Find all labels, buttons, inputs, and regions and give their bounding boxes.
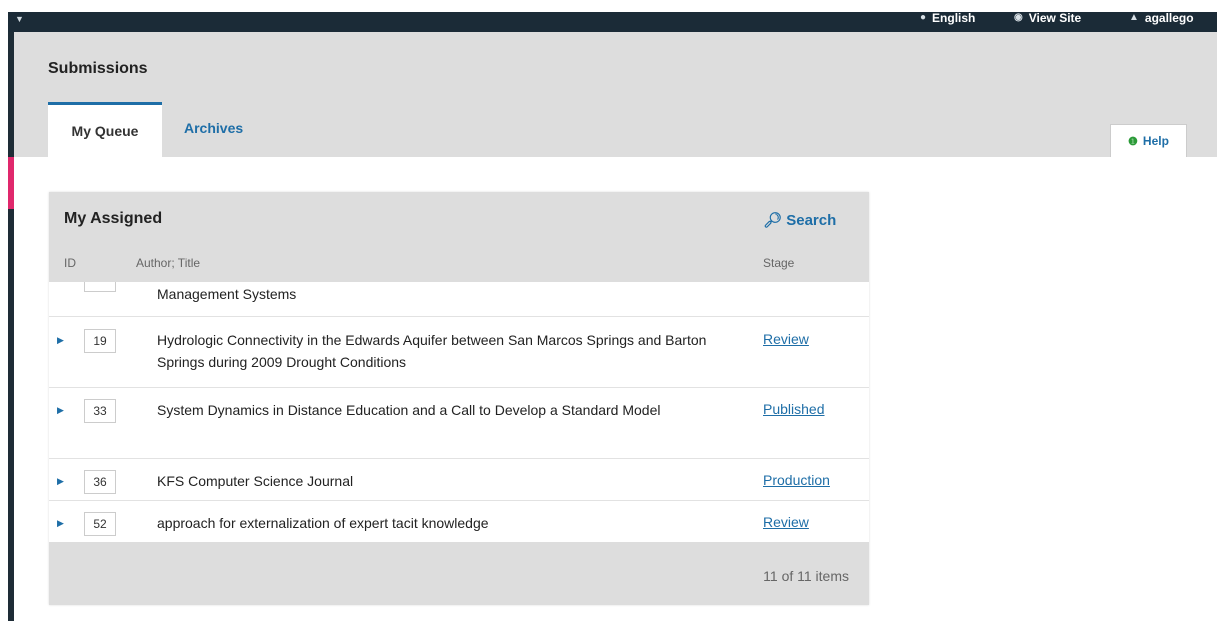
page-title: Submissions xyxy=(48,60,148,77)
column-header-author-title: Author; Title xyxy=(136,256,201,270)
submission-title: approach for externalization of expert t… xyxy=(157,515,489,531)
list-item[interactable]: ▶ 52 approach for externalization of exp… xyxy=(49,501,869,542)
list-item[interactable]: ▶ 19 Hydrologic Connectivity in the Edwa… xyxy=(49,317,869,388)
submission-id xyxy=(84,282,116,292)
submission-id: 52 xyxy=(84,512,116,536)
user-menu[interactable]: ▲ agallego xyxy=(1129,12,1194,32)
user-icon: ▲ xyxy=(1129,12,1139,23)
language-menu[interactable]: ● English xyxy=(920,12,975,32)
submission-id: 33 xyxy=(84,399,116,423)
expand-arrow-icon[interactable]: ▶ xyxy=(57,335,64,346)
panel-footer: 11 of 11 items xyxy=(49,542,869,605)
item-count: 11 of 11 items xyxy=(763,568,849,584)
search-button[interactable]: 🔎︎ Search xyxy=(763,211,836,229)
submission-title: KFS Computer Science Journal xyxy=(157,473,354,489)
page-header: Submissions My Queue Archives ❶ Help xyxy=(14,32,1217,157)
search-label: Search xyxy=(786,212,837,229)
language-label: English xyxy=(932,11,976,25)
tab-archives[interactable]: Archives xyxy=(184,102,243,157)
panel-header: My Assigned 🔎︎ Search ID Author; Title S… xyxy=(49,192,869,282)
search-icon: 🔎︎ xyxy=(763,212,783,229)
list-item[interactable]: Management Systems xyxy=(49,282,869,317)
globe-icon: ● xyxy=(920,12,927,23)
column-header-id: ID xyxy=(64,256,76,270)
stage-link[interactable]: Review xyxy=(763,331,809,347)
caret-down-icon[interactable]: ▼ xyxy=(15,14,24,24)
eye-icon: ◉ xyxy=(1014,12,1023,23)
submission-title: Management Systems xyxy=(157,286,297,302)
submission-list: Management Systems ▶ 19 Hydrologic Conne… xyxy=(49,282,869,542)
list-item[interactable]: ▶ 33 System Dynamics in Distance Educati… xyxy=(49,388,869,459)
expand-arrow-icon[interactable]: ▶ xyxy=(57,476,64,487)
user-label: agallego xyxy=(1144,11,1194,25)
top-navbar: ▼ ● English ◉ View Site ▲ agallego xyxy=(8,12,1217,32)
info-icon: ❶ xyxy=(1128,136,1138,148)
help-label: Help xyxy=(1142,134,1169,148)
submission-id: 36 xyxy=(84,470,116,494)
expand-arrow-icon[interactable]: ▶ xyxy=(57,518,64,529)
submission-id: 19 xyxy=(84,329,116,353)
stage-link[interactable]: Review xyxy=(763,514,809,530)
tab-my-queue[interactable]: My Queue xyxy=(48,102,162,157)
my-assigned-panel: My Assigned 🔎︎ Search ID Author; Title S… xyxy=(49,192,869,605)
submission-title: System Dynamics in Distance Education an… xyxy=(157,402,661,418)
column-header-stage: Stage xyxy=(763,256,795,270)
list-item[interactable]: ▶ 36 KFS Computer Science Journal Produc… xyxy=(49,459,869,501)
view-site-link[interactable]: ◉ View Site xyxy=(1014,12,1081,32)
left-accent xyxy=(8,157,14,209)
expand-arrow-icon[interactable]: ▶ xyxy=(57,405,64,416)
view-site-label: View Site xyxy=(1028,11,1082,25)
stage-link[interactable]: Production xyxy=(763,472,830,488)
panel-title: My Assigned xyxy=(64,210,163,227)
submission-title: Hydrologic Connectivity in the Edwards A… xyxy=(157,332,707,370)
stage-link[interactable]: Published xyxy=(763,401,825,417)
help-button[interactable]: ❶ Help xyxy=(1110,124,1187,157)
